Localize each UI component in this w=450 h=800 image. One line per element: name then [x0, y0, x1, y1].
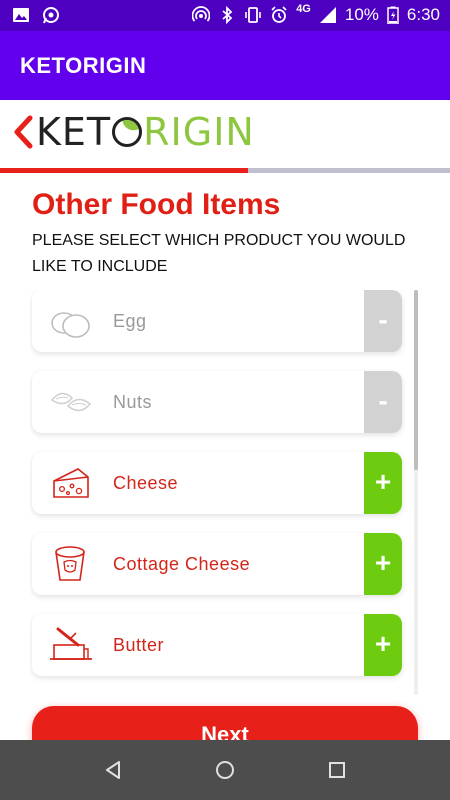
item-label: Egg	[113, 311, 147, 331]
logo-leaf-o-icon	[112, 117, 143, 147]
list-scrollbar[interactable]	[414, 290, 418, 695]
ketorigin-logo: KET RIGIN	[12, 110, 255, 154]
egg-icon	[51, 312, 90, 338]
list-item-nuts[interactable]: Nuts -	[32, 371, 402, 433]
cottage-cheese-icon	[55, 546, 85, 581]
signal-icon	[319, 7, 336, 23]
back-chevron-icon[interactable]	[12, 114, 34, 150]
scrollbar-thumb[interactable]	[414, 290, 418, 470]
clock: 6:30	[406, 5, 440, 24]
add-butter-button[interactable]: +	[364, 614, 402, 676]
app-bar: KETORIGIN	[0, 31, 450, 100]
cheese-icon	[53, 468, 89, 498]
list-item-butter[interactable]: Butter +	[32, 614, 402, 676]
bluetooth-icon	[222, 6, 233, 24]
logo-text-rigin: RIGIN	[143, 110, 255, 154]
progress-bar	[0, 168, 450, 173]
page-title: Other Food Items	[32, 188, 281, 221]
back-triangle-icon[interactable]	[101, 758, 125, 782]
logo-text-ket: KET	[36, 110, 112, 154]
alarm-icon	[271, 6, 287, 23]
item-label: Cottage Cheese	[113, 554, 251, 574]
nuts-icon	[50, 392, 92, 412]
page-subtitle: PLEASE SELECT WHICH PRODUCT YOU WOULD LI…	[32, 232, 406, 275]
remove-nuts-button[interactable]: -	[364, 371, 402, 433]
vibrate-icon	[245, 7, 261, 23]
item-label: Nuts	[113, 392, 153, 412]
app-title: KETORIGIN	[20, 53, 147, 78]
list-item-egg[interactable]: Egg -	[32, 290, 402, 352]
home-circle-icon[interactable]	[213, 758, 237, 782]
progress-fill	[0, 168, 248, 173]
main-content: KET RIGIN Other Food Items PLEASE SELECT …	[0, 100, 450, 740]
list-item-cottage-cheese[interactable]: Cottage Cheese +	[32, 533, 402, 595]
recents-square-icon[interactable]	[325, 758, 349, 782]
remove-egg-button[interactable]: -	[364, 290, 402, 352]
status-bar: 4G 10% 6:30	[0, 0, 450, 31]
food-item-list[interactable]: Egg - Nuts - Cheese + Cottage Cheese + B…	[30, 290, 410, 695]
whatsapp-icon	[43, 7, 59, 24]
butter-icon	[50, 627, 92, 660]
network-type: 4G	[296, 3, 311, 15]
battery-percent: 10%	[344, 5, 379, 24]
hotspot-icon	[192, 6, 211, 22]
item-label: Cheese	[113, 473, 179, 493]
add-cheese-button[interactable]: +	[364, 452, 402, 514]
list-item-cheese[interactable]: Cheese +	[32, 452, 402, 514]
system-nav-bar	[0, 740, 450, 800]
next-button[interactable]: Next	[32, 706, 418, 740]
battery-charging-icon	[387, 6, 399, 24]
item-label: Butter	[113, 635, 165, 655]
add-cottage-cheese-button[interactable]: +	[364, 533, 402, 595]
image-icon	[13, 8, 29, 22]
